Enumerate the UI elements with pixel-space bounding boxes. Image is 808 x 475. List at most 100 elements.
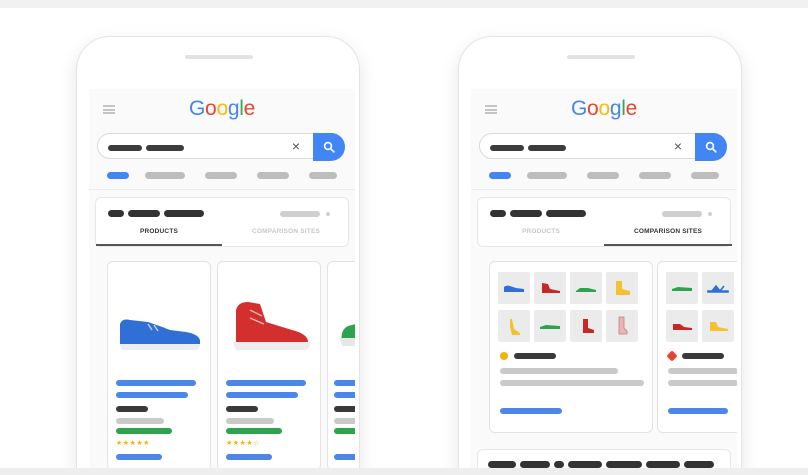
filter-tab-active[interactable] xyxy=(489,172,511,179)
filter-tab[interactable] xyxy=(691,172,719,179)
price-placeholder xyxy=(116,406,148,412)
blue-sneaker-icon xyxy=(120,319,200,350)
title-placeholder xyxy=(334,392,355,398)
header-meta-placeholder xyxy=(280,211,320,217)
query-placeholder-word xyxy=(146,145,184,151)
google-logo: Google xyxy=(189,97,255,120)
result-text-placeholder xyxy=(554,461,564,468)
yellow-boot-icon xyxy=(616,281,630,295)
link-placeholder[interactable] xyxy=(500,408,562,414)
phone-side-button xyxy=(359,177,360,227)
filter-tab[interactable] xyxy=(257,172,289,179)
top-frame-strip xyxy=(0,0,808,8)
rating-text-placeholder xyxy=(226,428,282,434)
tab-comparison-sites[interactable]: COMPARISON SITES xyxy=(222,228,350,235)
product-thumbnail xyxy=(702,272,734,304)
comparison-site-card-partial[interactable] xyxy=(657,261,737,433)
tab-products[interactable]: PRODUCTS xyxy=(478,228,604,235)
link-placeholder[interactable] xyxy=(226,454,272,460)
title-placeholder xyxy=(226,392,298,398)
query-placeholder-word xyxy=(528,145,566,151)
star-rating-icon: ★★★★★ xyxy=(116,440,150,447)
header-text-placeholder xyxy=(546,210,586,217)
filter-tab[interactable] xyxy=(527,172,567,179)
link-placeholder[interactable] xyxy=(668,408,728,414)
description-placeholder xyxy=(668,368,737,374)
filter-tab[interactable] xyxy=(205,172,237,179)
phone-speaker xyxy=(567,55,635,59)
query-placeholder-word xyxy=(490,145,524,151)
link-placeholder[interactable] xyxy=(116,454,162,460)
tab-products[interactable]: PRODUCTS xyxy=(96,228,222,235)
clear-icon[interactable]: × xyxy=(674,138,682,154)
app-bar: Google xyxy=(89,89,355,135)
divider xyxy=(89,189,355,190)
search-input[interactable]: × xyxy=(97,133,345,161)
product-thumbnail xyxy=(534,272,566,304)
search-filter-tabs xyxy=(99,171,349,181)
search-filter-tabs xyxy=(481,171,731,181)
merchant-placeholder xyxy=(226,418,274,424)
filter-tab[interactable] xyxy=(145,172,185,179)
red-sneaker-icon xyxy=(673,324,692,330)
phone-side-button xyxy=(741,177,742,227)
shoe-image xyxy=(108,274,210,374)
product-thumbnail xyxy=(666,310,698,342)
filter-tab[interactable] xyxy=(639,172,671,179)
active-tab-indicator xyxy=(96,244,222,246)
filter-tab[interactable] xyxy=(309,172,337,179)
phone-products-view: Google × PRODUCTS COMPARISON SITES ★★★★★… xyxy=(76,36,360,475)
product-card[interactable]: ★★★★☆ xyxy=(217,261,321,471)
title-placeholder xyxy=(226,380,306,386)
partial-shoe-icon xyxy=(340,324,355,346)
rating-text-placeholder xyxy=(334,428,355,434)
title-placeholder xyxy=(334,380,355,386)
yellow-heel-icon xyxy=(510,319,520,335)
rating-text-placeholder xyxy=(116,428,172,434)
green-sneaker-icon xyxy=(576,288,596,292)
product-card[interactable]: ★★★★★ xyxy=(107,261,211,471)
header-text-placeholder xyxy=(164,210,204,217)
clear-icon[interactable]: × xyxy=(292,138,300,154)
shoe-image xyxy=(328,274,355,374)
tab-comparison-sites[interactable]: COMPARISON SITES xyxy=(604,228,732,235)
pink-boot-icon xyxy=(618,316,628,335)
phone-screen: Google × PRODUCTS COMPARISON S xyxy=(471,89,737,475)
description-placeholder xyxy=(500,380,644,386)
search-button[interactable] xyxy=(695,133,727,161)
site-name-placeholder xyxy=(682,353,724,359)
product-thumbnail xyxy=(534,310,566,342)
filter-tab[interactable] xyxy=(587,172,619,179)
description-placeholder xyxy=(500,368,618,374)
divider xyxy=(471,189,737,190)
price-placeholder xyxy=(334,406,355,412)
search-button[interactable] xyxy=(313,133,345,161)
description-placeholder xyxy=(668,380,737,386)
product-thumbnail xyxy=(498,310,530,342)
header-text-placeholder xyxy=(510,210,542,217)
result-text-placeholder xyxy=(488,461,516,468)
header-text-placeholder xyxy=(108,210,124,217)
google-logo: Google xyxy=(571,97,637,120)
star-rating-icon: ★★★★☆ xyxy=(226,440,260,447)
search-icon xyxy=(705,141,717,153)
red-boot-icon xyxy=(583,319,594,333)
product-card-partial[interactable] xyxy=(327,261,355,471)
title-placeholder xyxy=(116,380,196,386)
yellow-sneaker-icon xyxy=(710,322,728,331)
filter-tab-active[interactable] xyxy=(107,172,129,179)
title-placeholder xyxy=(116,392,188,398)
search-input[interactable]: × xyxy=(479,133,727,161)
active-tab-indicator xyxy=(604,244,732,246)
product-thumbnail xyxy=(666,272,698,304)
product-thumbnail xyxy=(498,272,530,304)
header-text-placeholder xyxy=(490,210,506,217)
comparison-site-card[interactable] xyxy=(489,261,653,433)
phone-speaker xyxy=(185,55,253,59)
link-placeholder[interactable] xyxy=(334,454,355,460)
results-header-card: PRODUCTS COMPARISON SITES xyxy=(95,197,349,247)
results-header-card: PRODUCTS COMPARISON SITES xyxy=(477,197,732,247)
site-favicon xyxy=(500,352,508,360)
red-high-top-sneaker-icon xyxy=(234,302,310,350)
product-thumbnail xyxy=(570,310,602,342)
